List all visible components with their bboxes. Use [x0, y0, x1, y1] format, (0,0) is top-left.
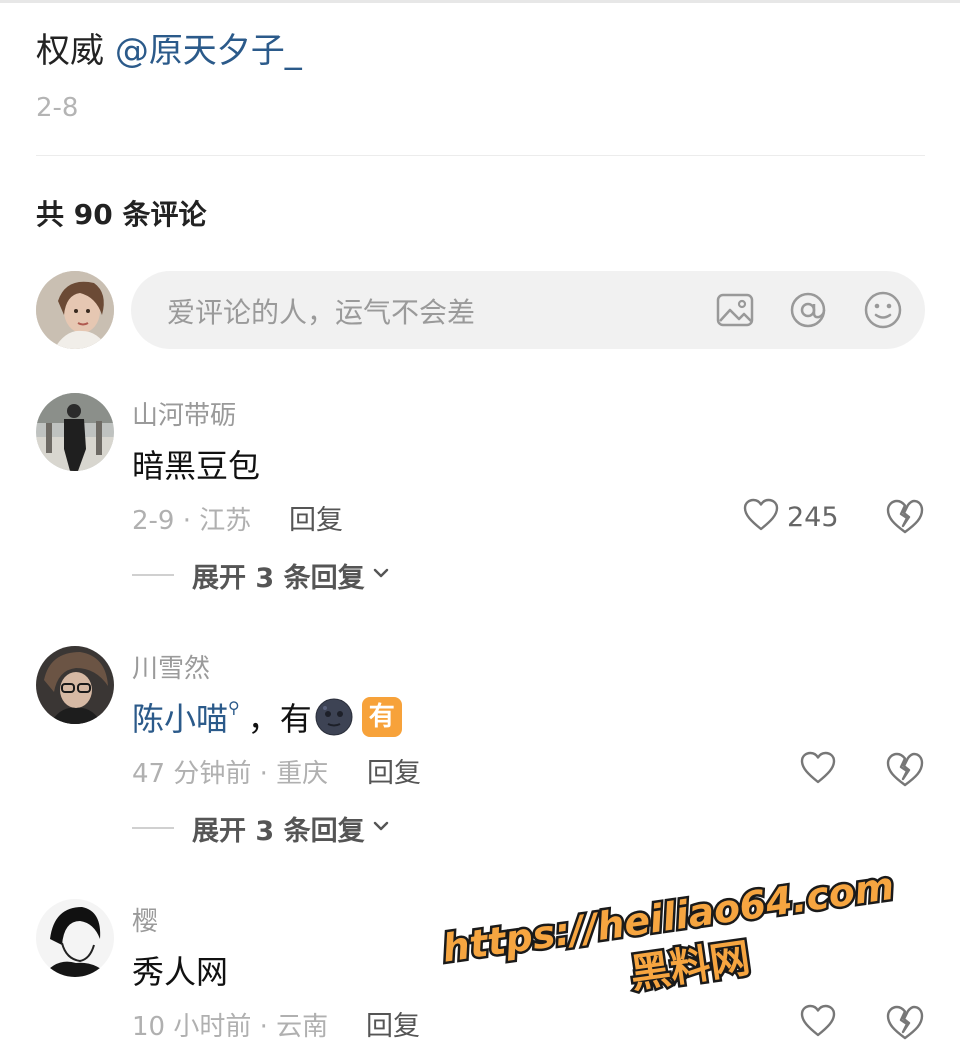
- comment-input-placeholder: 爱评论的人，运气不会差: [167, 296, 476, 329]
- expand-line: [132, 827, 174, 829]
- like-button[interactable]: [800, 1003, 844, 1043]
- my-avatar[interactable]: [36, 271, 114, 349]
- comment-author[interactable]: 川雪然: [132, 648, 210, 685]
- expand-line: [132, 574, 174, 576]
- moon-face-emoji-icon: [314, 697, 354, 737]
- avatar[interactable]: [36, 646, 114, 724]
- post-mention-link[interactable]: @原天夕子_: [115, 31, 302, 71]
- comment-input[interactable]: 爱评论的人，运气不会差: [131, 271, 925, 349]
- comment-meta: 2-9 · 江苏: [132, 506, 252, 536]
- comment-count: 共 90 条评论: [36, 198, 207, 231]
- top-strip: [0, 0, 960, 3]
- comment-text: 秀人网: [132, 953, 229, 991]
- avatar[interactable]: [36, 899, 114, 977]
- post-date: 2-8: [36, 93, 79, 123]
- heart-icon: [800, 751, 836, 789]
- reply-button[interactable]: 回复: [366, 1004, 420, 1043]
- chevron-down-icon: [371, 563, 391, 587]
- like-button[interactable]: [800, 750, 844, 790]
- avatar[interactable]: [36, 393, 114, 471]
- expand-replies-label: 展开 3 条回复: [192, 562, 365, 594]
- comment-meta: 47 分钟前 · 重庆: [132, 759, 329, 789]
- at-icon[interactable]: [788, 290, 828, 330]
- reply-button[interactable]: 回复: [367, 751, 421, 790]
- broken-heart-icon[interactable]: [885, 750, 925, 790]
- like-count: 245: [787, 501, 839, 533]
- expand-replies[interactable]: 展开 3 条回复: [132, 808, 391, 848]
- comment-item: 山河带砺 暗黑豆包 2-9 · 江苏 回复 245 展开 3 条回复: [0, 393, 960, 643]
- like-button[interactable]: 245: [743, 497, 839, 537]
- watermark-site-name: 黑料网: [628, 935, 753, 997]
- chevron-down-icon: [371, 816, 391, 840]
- emoji-icon[interactable]: [863, 290, 903, 330]
- watermark: https://heiliao64.com 黑料网: [437, 860, 900, 1000]
- expand-replies[interactable]: 展开 3 条回复: [132, 555, 391, 595]
- comment-text: 暗黑豆包: [132, 447, 261, 485]
- search-icon: ⚲: [228, 697, 240, 717]
- reply-button[interactable]: 回复: [289, 498, 343, 537]
- post-text-prefix: 权威: [36, 31, 115, 71]
- comment-text-suffix: ，有: [247, 700, 312, 738]
- divider: [36, 155, 925, 156]
- broken-heart-icon[interactable]: [885, 1003, 925, 1043]
- comment-author[interactable]: 山河带砺: [132, 395, 236, 432]
- badge-you-emoji: 有: [361, 697, 402, 737]
- comment-item: 川雪然 陈小喵 ⚲ ，有 有 47 分钟前 · 重庆 回复 展开 3 条回复: [0, 646, 960, 896]
- comment-meta: 10 小时前 · 云南: [132, 1012, 329, 1042]
- image-icon[interactable]: [715, 290, 755, 330]
- comment-mention-link[interactable]: 陈小喵: [132, 694, 228, 740]
- post-text: 权威 @原天夕子_: [36, 28, 302, 74]
- expand-replies-label: 展开 3 条回复: [192, 815, 365, 847]
- heart-icon: [800, 1004, 836, 1042]
- comment-text: 陈小喵 ⚲ ，有 有: [132, 694, 402, 740]
- broken-heart-icon[interactable]: [885, 497, 925, 537]
- heart-icon: [743, 498, 779, 536]
- comment-author[interactable]: 樱: [132, 901, 158, 938]
